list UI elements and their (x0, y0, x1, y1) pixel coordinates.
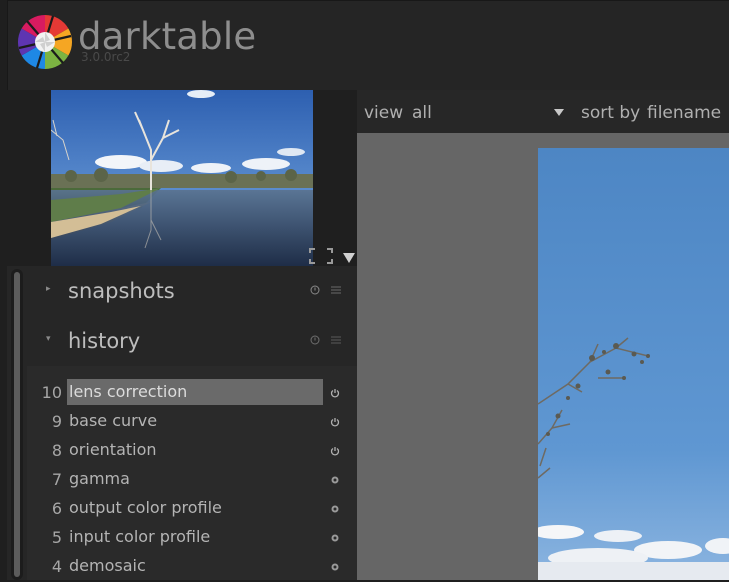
sky-tree-photo (538, 148, 729, 580)
power-icon[interactable] (330, 388, 340, 398)
app-version: 3.0.0rc2 (81, 50, 131, 64)
module-title-snapshots: snapshots (68, 279, 175, 303)
main-image[interactable] (538, 148, 729, 580)
always-on-dot-icon (331, 563, 339, 571)
presets-icon[interactable] (331, 285, 341, 295)
scrollbar-thumb[interactable] (14, 272, 20, 577)
expanded-arrow-icon[interactable]: ▾ (46, 334, 51, 344)
always-on-dot-icon (331, 505, 339, 513)
history-item-number: 6 (51, 499, 62, 518)
left-panel: ▸ snapshots ▾ history 10 lens correction… (7, 90, 357, 580)
history-item-number: 10 (41, 383, 62, 402)
history-item[interactable]: 6 output color profile (27, 495, 357, 524)
history-item-number: 4 (51, 557, 62, 576)
top-header: darktable 3.0.0rc2 (0, 0, 729, 91)
sort-by-select[interactable]: filename (647, 102, 721, 124)
module-snapshots[interactable]: ▸ snapshots (27, 266, 357, 317)
history-item-label[interactable]: base curve (67, 408, 323, 434)
header-bar: darktable 3.0.0rc2 (7, 0, 729, 91)
reset-icon[interactable] (310, 335, 320, 345)
history-item[interactable]: 9 base curve (27, 408, 357, 437)
history-item-number: 9 (51, 412, 62, 431)
history-item-label[interactable]: input color profile (67, 524, 323, 550)
history-item-label[interactable]: demosaic (67, 553, 323, 579)
view-label: view (364, 103, 404, 123)
history-item[interactable]: 7 gamma (27, 466, 357, 495)
history-item-number: 5 (51, 528, 62, 547)
always-on-dot-icon (331, 476, 339, 484)
history-item[interactable]: 8 orientation (27, 437, 357, 466)
sort-by-label: sort by (581, 103, 641, 123)
history-item-number: 7 (51, 470, 62, 489)
history-item-label[interactable]: output color profile (67, 495, 323, 521)
presets-icon[interactable] (331, 335, 341, 345)
history-item-number: 8 (51, 441, 62, 460)
reset-icon[interactable] (310, 285, 320, 295)
expand-corners-icon[interactable] (309, 248, 333, 264)
history-item[interactable]: 5 input color profile (27, 524, 357, 553)
history-item[interactable]: 10 lens correction (27, 379, 357, 408)
history-item-label[interactable]: gamma (67, 466, 323, 492)
lake-thumbnail-image (51, 90, 313, 266)
view-filter-select[interactable]: all (412, 102, 432, 124)
power-icon[interactable] (330, 417, 340, 427)
power-icon[interactable] (330, 446, 340, 456)
navigator-panel (7, 90, 357, 266)
history-item-label[interactable]: orientation (67, 437, 323, 463)
module-history[interactable]: ▾ history (27, 316, 357, 367)
triangle-down-icon[interactable] (554, 109, 564, 117)
darktable-aperture-logo-icon (17, 14, 73, 70)
navigator-thumbnail[interactable] (51, 90, 313, 266)
collapsed-arrow-icon[interactable]: ▸ (46, 284, 51, 294)
module-panel: ▸ snapshots ▾ history 10 lens correction… (7, 266, 357, 580)
history-item-label[interactable]: lens correction (67, 379, 323, 405)
filter-toolbar: view all sort by filename (357, 90, 729, 133)
always-on-dot-icon (331, 534, 339, 542)
center-view (357, 133, 729, 580)
history-list: 10 lens correction 9 base curve 8 orient… (27, 366, 357, 580)
triangle-down-icon[interactable] (342, 252, 356, 264)
module-title-history: history (68, 329, 141, 353)
history-item[interactable]: 4 demosaic (27, 553, 357, 582)
